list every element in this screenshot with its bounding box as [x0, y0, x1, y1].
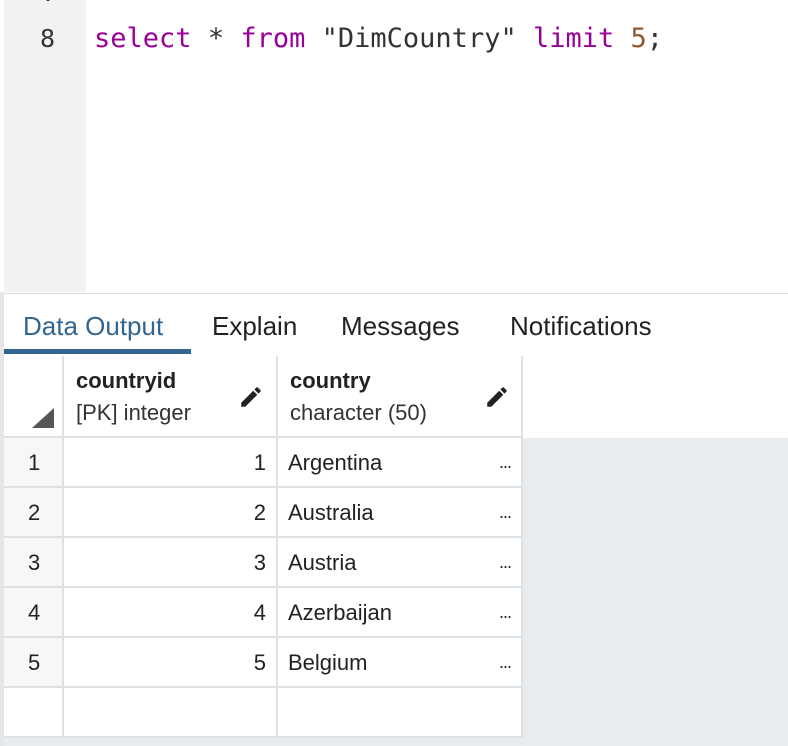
expand-cell-button[interactable]: ... [499, 502, 512, 523]
column-header-country[interactable]: country character (50) [278, 356, 523, 438]
expand-cell-button[interactable]: ... [499, 652, 512, 673]
star-operator: * [207, 23, 225, 54]
corner-triangle-icon [32, 408, 54, 428]
expand-cell-button[interactable]: ... [499, 602, 512, 623]
grid-empty-area [523, 438, 788, 746]
line-number: 8 [40, 24, 56, 53]
new-row-cell-countryid[interactable] [64, 688, 278, 738]
expand-cell-button[interactable]: ... [499, 552, 512, 573]
row-number[interactable]: 4 [4, 588, 64, 638]
edit-pencil-icon[interactable] [238, 384, 264, 410]
tab-messages[interactable]: Messages [341, 308, 460, 344]
row-number[interactable]: 2 [4, 488, 64, 538]
column-name: countryid [76, 368, 177, 393]
keyword-from: from [240, 23, 306, 54]
output-tabbar: Data Output Explain Messages Notificatio… [4, 293, 788, 357]
grid-bottom-border [4, 738, 788, 746]
column-type: character (50) [290, 400, 427, 425]
table-cell-country[interactable]: Austria... [278, 538, 523, 588]
limit-number: 5 [630, 23, 647, 54]
new-row-number[interactable] [4, 688, 64, 738]
table-cell-country[interactable]: Azerbaijan... [278, 588, 523, 638]
code-line[interactable]: select * from "DimCountry" limit 5; [94, 23, 663, 55]
line-number-gutter: 7 8 [4, 0, 86, 292]
line-number: 7 [42, 0, 58, 8]
keyword-limit: limit [532, 23, 615, 54]
table-cell-country[interactable]: Australia... [278, 488, 523, 538]
statement-terminator: ; [646, 23, 664, 54]
column-name: country [290, 368, 371, 393]
table-cell-countryid[interactable]: 5 [64, 638, 278, 688]
table-cell-country[interactable]: Belgium... [278, 638, 523, 688]
active-tab-indicator [4, 349, 191, 354]
expand-cell-button[interactable]: ... [499, 452, 512, 473]
column-type: [PK] integer [76, 400, 191, 425]
tab-notifications[interactable]: Notifications [510, 308, 652, 344]
row-number[interactable]: 3 [4, 538, 64, 588]
table-identifier: "DimCountry" [321, 23, 517, 54]
tab-data-output[interactable]: Data Output [23, 308, 163, 344]
table-cell-countryid[interactable]: 3 [64, 538, 278, 588]
row-number[interactable]: 1 [4, 438, 64, 488]
table-cell-country[interactable]: Argentina... [278, 438, 523, 488]
new-row-cell-country[interactable] [278, 688, 523, 738]
data-output-grid: countryid [PK] integer country character… [4, 356, 788, 746]
edit-pencil-icon[interactable] [484, 384, 510, 410]
table-cell-countryid[interactable]: 1 [64, 438, 278, 488]
table-cell-countryid[interactable]: 2 [64, 488, 278, 538]
column-header-countryid[interactable]: countryid [PK] integer [64, 356, 278, 438]
row-number[interactable]: 5 [4, 638, 64, 688]
select-all-corner[interactable] [4, 356, 64, 438]
sql-editor[interactable]: 7 8 select * from "DimCountry" limit 5; [0, 0, 788, 292]
table-cell-countryid[interactable]: 4 [64, 588, 278, 638]
keyword-select: select [94, 23, 192, 54]
tab-explain[interactable]: Explain [212, 308, 297, 344]
